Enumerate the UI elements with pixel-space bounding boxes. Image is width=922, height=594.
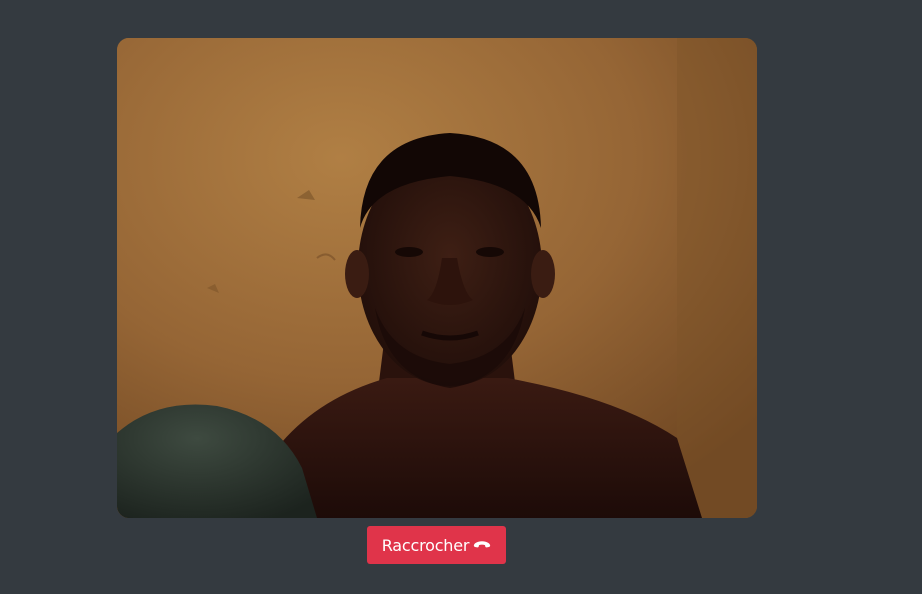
video-call-page: Raccrocher <box>0 0 922 594</box>
phone-hangup-icon <box>473 539 491 551</box>
local-video-feed <box>117 38 757 518</box>
hangup-label: Raccrocher <box>381 535 470 555</box>
hangup-button[interactable]: Raccrocher <box>367 526 506 564</box>
webcam-image <box>117 38 757 518</box>
